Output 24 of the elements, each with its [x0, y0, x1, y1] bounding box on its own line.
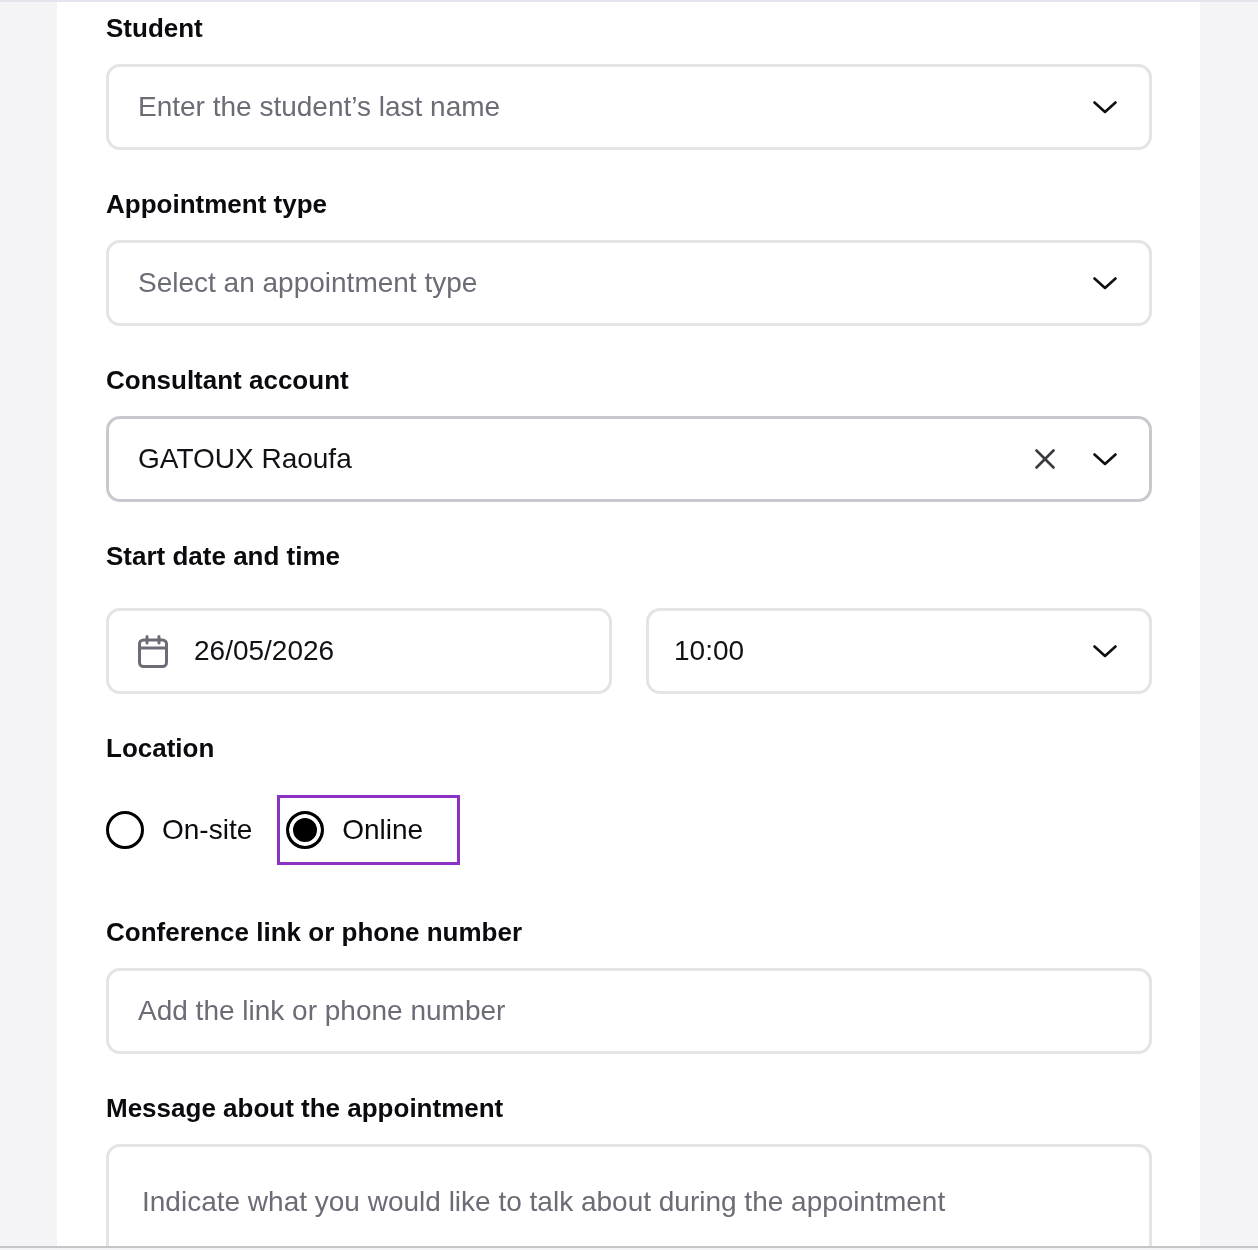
- chevron-down-icon[interactable]: [1093, 644, 1117, 658]
- radio-option[interactable]: On-site: [106, 795, 253, 865]
- chevron-down-icon[interactable]: [1093, 452, 1117, 466]
- select-field[interactable]: Enter the student’s last name: [106, 64, 1152, 150]
- field-label: Appointment type: [106, 188, 327, 221]
- field-label: Conference link or phone number: [106, 916, 523, 949]
- chevron-down-icon[interactable]: [1093, 276, 1117, 290]
- chevron-down-icon[interactable]: [1093, 100, 1117, 114]
- time-select[interactable]: 10:00: [646, 608, 1152, 694]
- radio-button[interactable]: [106, 811, 144, 849]
- date-field[interactable]: 26/05/2026: [106, 608, 612, 694]
- input-field[interactable]: Add the link or phone number: [106, 968, 1152, 1054]
- field-label: Message about the appointment: [106, 1092, 504, 1125]
- message-textarea[interactable]: Indicate what you would like to talk about during the appointment: [106, 1144, 1152, 1246]
- radio-button[interactable]: [286, 811, 325, 849]
- field-label: Start date and time: [106, 540, 341, 573]
- field-label: Student: [106, 12, 203, 45]
- calendar-icon: [138, 634, 168, 668]
- field-label: Location: [106, 732, 215, 765]
- radio-option[interactable]: Online: [277, 795, 461, 865]
- field-label: Consultant account: [106, 364, 349, 397]
- select-field[interactable]: Select an appointment type: [106, 240, 1152, 326]
- close-icon[interactable]: [1035, 449, 1055, 469]
- select-field[interactable]: GATOUX Raoufa: [106, 416, 1152, 502]
